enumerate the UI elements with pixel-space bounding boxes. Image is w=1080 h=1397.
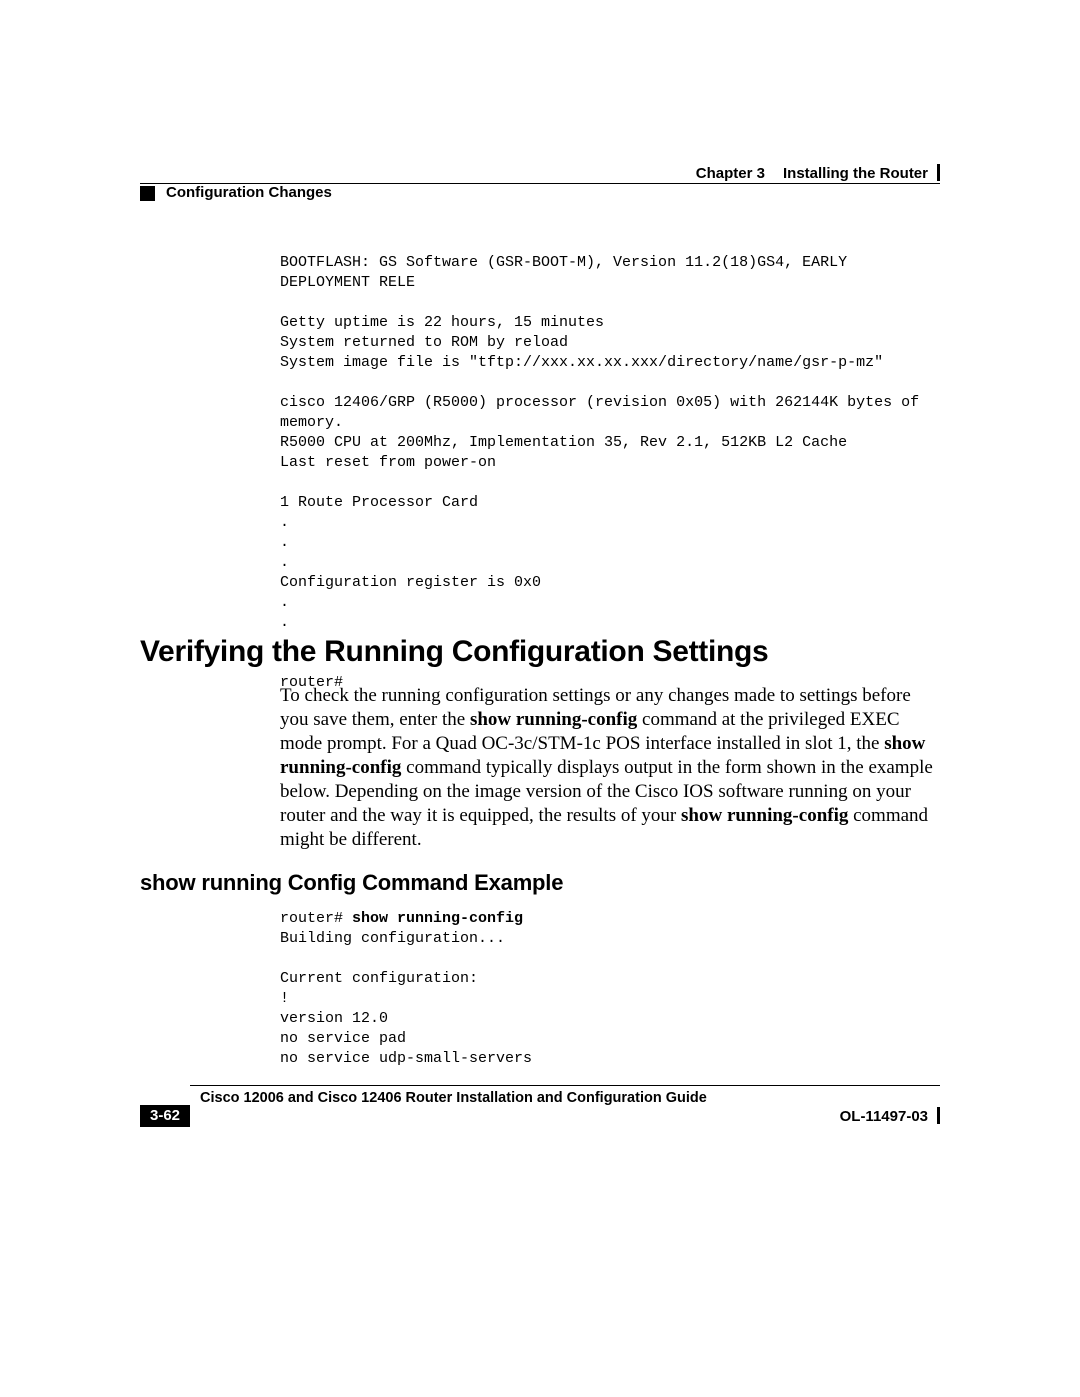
heading-verifying: Verifying the Running Configuration Sett… [140, 635, 768, 669]
header-tick-icon [937, 164, 940, 181]
para-bold-3: show running-config [681, 805, 848, 826]
para-bold-1: show running-config [470, 709, 637, 730]
page: Chapter 3Installing the Router Configura… [0, 0, 1080, 1397]
header-section-title: Configuration Changes [166, 184, 332, 201]
header-chapter-title: Installing the Router [783, 165, 928, 182]
header-chapter: Chapter 3Installing the Router [696, 165, 928, 182]
header-chapter-row: Chapter 3Installing the Router [140, 165, 940, 183]
code2-command: show running-config [352, 910, 523, 927]
header-square-icon [140, 186, 155, 201]
header-section-row: Configuration Changes [140, 184, 940, 204]
footer-book-title: Cisco 12006 and Cisco 12406 Router Insta… [200, 1090, 707, 1106]
code2-prompt: router# [280, 910, 352, 927]
code2-rest: Building configuration... Current config… [280, 930, 532, 1067]
footer-page-number: 3-62 [140, 1105, 190, 1127]
footer-tick-icon [937, 1107, 940, 1124]
terminal-output-2: router# show running-config Building con… [280, 909, 940, 1069]
footer-doc-number: OL-11497-03 [840, 1108, 928, 1125]
terminal-output-1: BOOTFLASH: GS Software (GSR-BOOT-M), Ver… [280, 253, 940, 693]
heading-show-running: show running Config Command Example [140, 870, 563, 896]
footer-docnum-row: OL-11497-03 [190, 1108, 940, 1126]
body-paragraph: To check the running configuration setti… [280, 684, 940, 852]
footer-rule [190, 1085, 940, 1086]
header-chapter-label: Chapter 3 [696, 165, 783, 182]
